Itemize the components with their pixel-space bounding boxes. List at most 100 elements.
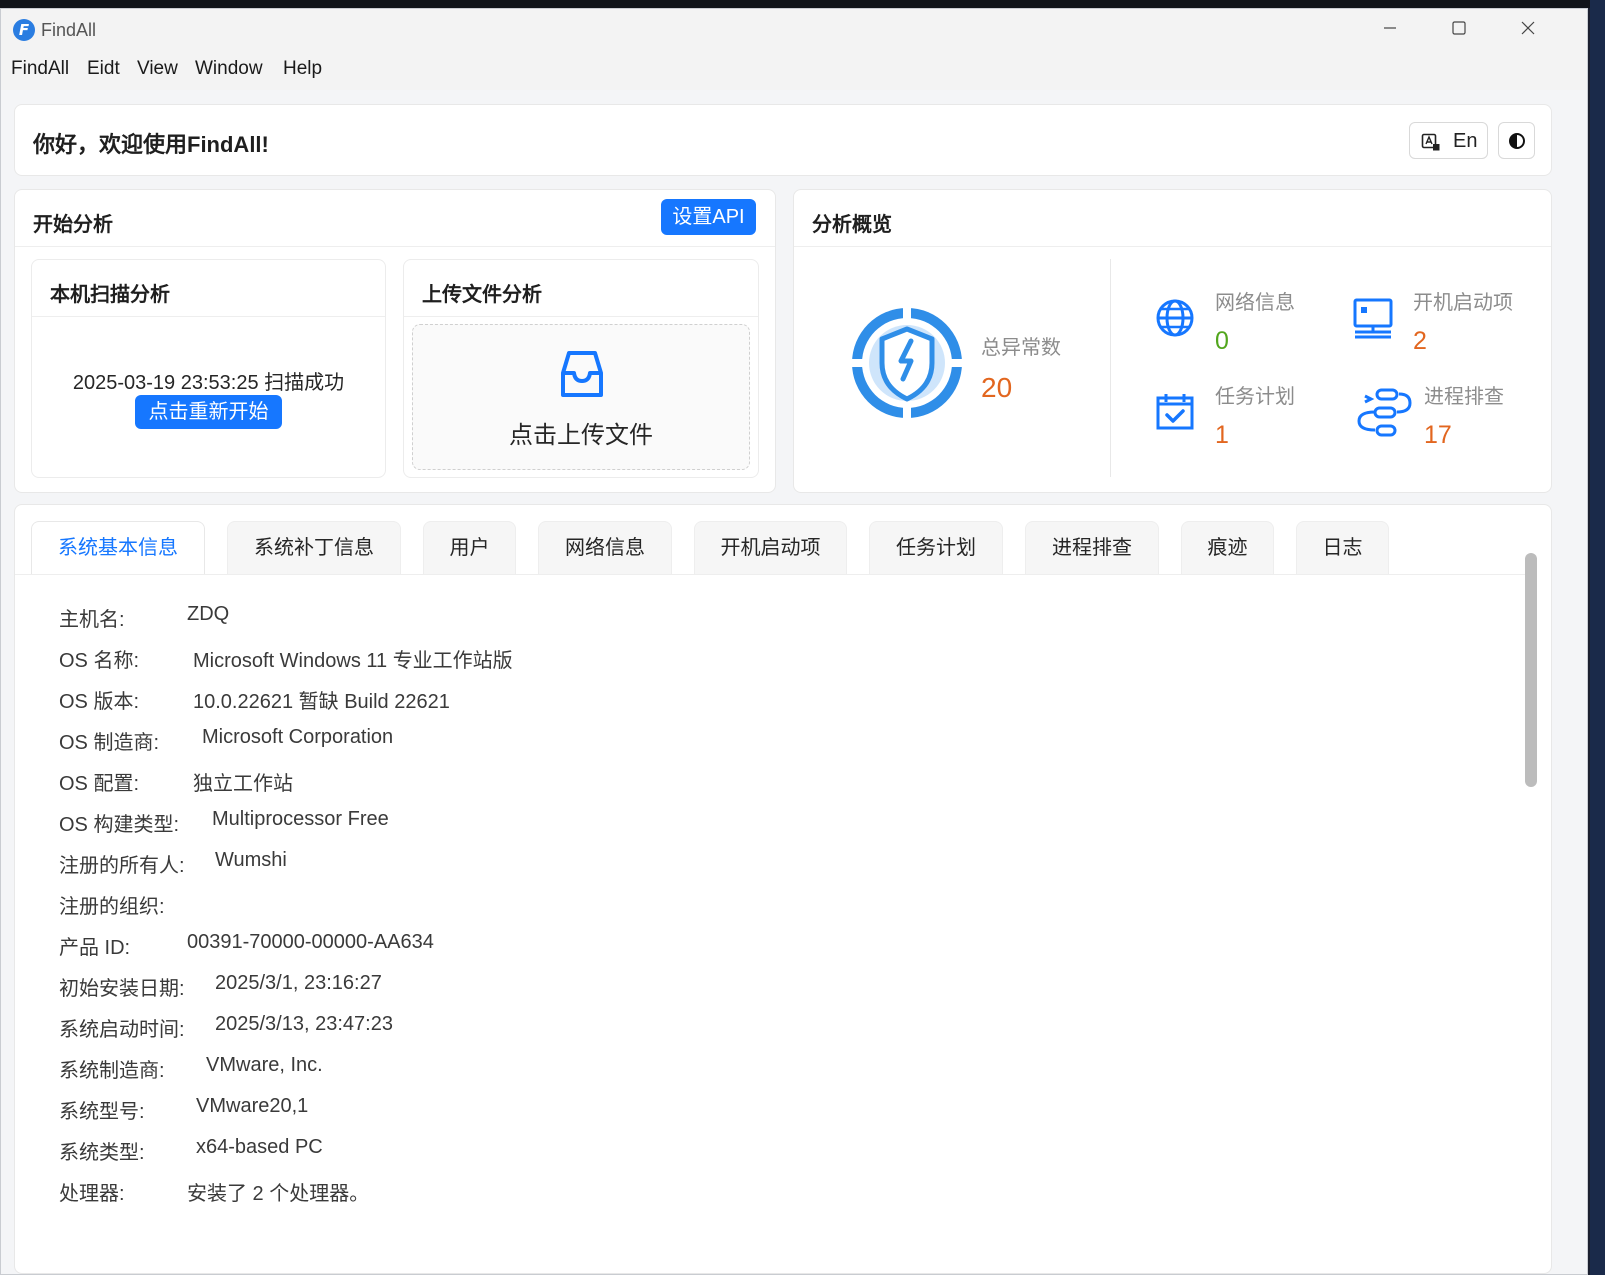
main-content: 你好，欢迎使用FindAll! En 开始分析 设置API 本机扫描分析 202… bbox=[1, 90, 1587, 1274]
theme-toggle-button[interactable] bbox=[1498, 122, 1535, 159]
info-row-install-date: 初始安装日期: 2025/3/1, 23:16:27 bbox=[59, 972, 382, 1001]
language-toggle-button[interactable]: En bbox=[1409, 122, 1488, 159]
process-stat-value: 17 bbox=[1424, 421, 1452, 449]
info-label: OS 制造商: bbox=[59, 732, 160, 754]
globe-icon bbox=[1156, 299, 1194, 337]
minimize-icon bbox=[1384, 27, 1396, 29]
menu-bar: FindAll Eidt View Window Help bbox=[1, 52, 1587, 90]
tab-processes[interactable]: 进程排查 bbox=[1025, 521, 1159, 574]
tab-users[interactable]: 用户 bbox=[423, 521, 516, 574]
info-value: 独立工作站 bbox=[193, 773, 293, 795]
menu-findall[interactable]: FindAll bbox=[11, 58, 69, 80]
menu-help[interactable]: Help bbox=[283, 58, 322, 80]
start-analysis-title: 开始分析 bbox=[33, 214, 113, 236]
close-icon bbox=[1521, 21, 1535, 35]
info-value: Multiprocessor Free bbox=[212, 808, 389, 830]
info-row-boot-time: 系统启动时间: 2025/3/13, 23:47:23 bbox=[59, 1013, 393, 1042]
menu-window[interactable]: Window bbox=[195, 58, 263, 80]
tab-divider bbox=[15, 574, 1529, 575]
maximize-icon bbox=[1452, 21, 1466, 35]
total-anomalies-value: 20 bbox=[981, 372, 1013, 403]
tab-logs[interactable]: 日志 bbox=[1296, 521, 1389, 574]
info-label: 系统型号: bbox=[59, 1101, 145, 1123]
minimize-button[interactable] bbox=[1367, 15, 1413, 45]
info-label: 系统启动时间: bbox=[59, 1019, 185, 1041]
set-api-button[interactable]: 设置API bbox=[661, 199, 756, 235]
inbox-icon bbox=[561, 351, 603, 397]
info-row-system-manufacturer: 系统制造商: VMware, Inc. bbox=[59, 1054, 323, 1083]
info-value: ZDQ bbox=[187, 603, 230, 625]
process-stat-label: 进程排查 bbox=[1424, 386, 1504, 408]
info-label: 系统制造商: bbox=[59, 1060, 165, 1082]
app-window: F FindAll FindAll Eidt View Window Help … bbox=[0, 8, 1588, 1275]
info-row-os-manufacturer: OS 制造商: Microsoft Corporation bbox=[59, 726, 393, 755]
info-value: Microsoft Windows 11 专业工作站版 bbox=[193, 650, 513, 672]
info-value: VMware, Inc. bbox=[206, 1054, 323, 1076]
divider bbox=[32, 316, 385, 317]
info-row-os-version: OS 版本: 10.0.22621 暂缺 Build 22621 bbox=[59, 685, 450, 714]
desktop-top-edge bbox=[0, 0, 1605, 8]
tab-system-info[interactable]: 系统基本信息 bbox=[31, 521, 205, 574]
divider bbox=[794, 246, 1551, 247]
info-row-registered-org: 注册的组织: bbox=[59, 890, 165, 919]
info-value: 2025/3/1, 23:16:27 bbox=[215, 972, 382, 994]
startup-stat-value: 2 bbox=[1413, 327, 1427, 355]
info-row-system-model: 系统型号: VMware20,1 bbox=[59, 1095, 308, 1124]
tab-network[interactable]: 网络信息 bbox=[538, 521, 672, 574]
network-stat-label: 网络信息 bbox=[1215, 292, 1295, 314]
info-label: OS 配置: bbox=[59, 773, 140, 795]
shield-icon bbox=[847, 303, 967, 423]
upload-file-title: 上传文件分析 bbox=[422, 284, 542, 306]
upload-file-card: 上传文件分析 点击上传文件 bbox=[403, 259, 759, 478]
vertical-divider bbox=[1110, 259, 1111, 477]
info-row-os-name: OS 名称: Microsoft Windows 11 专业工作站版 bbox=[59, 644, 513, 673]
info-label: OS 版本: bbox=[59, 691, 140, 713]
info-row-product-id: 产品 ID: 00391-70000-00000-AA634 bbox=[59, 931, 434, 960]
greeting-text: 你好，欢迎使用FindAll! bbox=[33, 132, 269, 157]
info-label: 产品 ID: bbox=[59, 937, 131, 959]
maximize-button[interactable] bbox=[1436, 15, 1482, 45]
info-label: 系统类型: bbox=[59, 1142, 145, 1164]
start-analysis-card: 开始分析 设置API 本机扫描分析 2025-03-19 23:53:25 扫描… bbox=[14, 189, 776, 493]
info-label: 处理器: bbox=[59, 1183, 125, 1205]
info-value: VMware20,1 bbox=[196, 1095, 309, 1117]
close-button[interactable] bbox=[1505, 15, 1551, 45]
title-bar[interactable]: F FindAll bbox=[1, 9, 1587, 52]
upload-dropzone[interactable]: 点击上传文件 bbox=[412, 324, 750, 470]
window-title: FindAll bbox=[41, 20, 97, 40]
upload-label: 点击上传文件 bbox=[509, 422, 653, 449]
restart-scan-button[interactable]: 点击重新开始 bbox=[135, 395, 282, 429]
divider bbox=[15, 246, 775, 247]
startup-stat-label: 开机启动项 bbox=[1413, 292, 1513, 314]
tab-startup[interactable]: 开机启动项 bbox=[694, 521, 847, 574]
menu-view[interactable]: View bbox=[137, 58, 178, 80]
translate-icon bbox=[1421, 133, 1440, 151]
info-row-hostname: 主机名: ZDQ bbox=[59, 603, 229, 632]
info-label: 主机名: bbox=[59, 609, 125, 631]
vertical-scrollbar[interactable] bbox=[1525, 553, 1537, 787]
tasks-stat-label: 任务计划 bbox=[1215, 386, 1295, 408]
tab-traces[interactable]: 痕迹 bbox=[1181, 521, 1274, 574]
monitor-icon bbox=[1353, 298, 1393, 339]
info-value: 00391-70000-00000-AA634 bbox=[187, 931, 434, 953]
menu-edit[interactable]: Eidt bbox=[87, 58, 120, 80]
tab-patch-info[interactable]: 系统补丁信息 bbox=[227, 521, 401, 574]
app-logo-icon: F bbox=[13, 19, 35, 41]
greeting-card: 你好，欢迎使用FindAll! En bbox=[14, 104, 1552, 176]
theme-icon bbox=[1509, 133, 1525, 149]
info-value: x64-based PC bbox=[196, 1136, 323, 1158]
desktop-right-edge bbox=[1590, 0, 1605, 1275]
local-scan-title: 本机扫描分析 bbox=[50, 284, 170, 306]
divider bbox=[404, 316, 758, 317]
info-label: OS 名称: bbox=[59, 650, 140, 672]
info-value: 10.0.22621 暂缺 Build 22621 bbox=[193, 691, 450, 713]
info-value: Microsoft Corporation bbox=[202, 726, 394, 748]
overview-title: 分析概览 bbox=[812, 214, 892, 236]
details-card: 系统基本信息 系统补丁信息 用户 网络信息 开机启动项 任务计划 进程排查 痕迹… bbox=[14, 504, 1552, 1274]
info-value: Wumshi bbox=[215, 849, 287, 871]
language-label: En bbox=[1453, 130, 1478, 152]
tasks-stat-value: 1 bbox=[1215, 421, 1229, 449]
network-stat-value: 0 bbox=[1215, 327, 1229, 355]
process-icon bbox=[1357, 388, 1412, 437]
tab-tasks[interactable]: 任务计划 bbox=[869, 521, 1003, 574]
